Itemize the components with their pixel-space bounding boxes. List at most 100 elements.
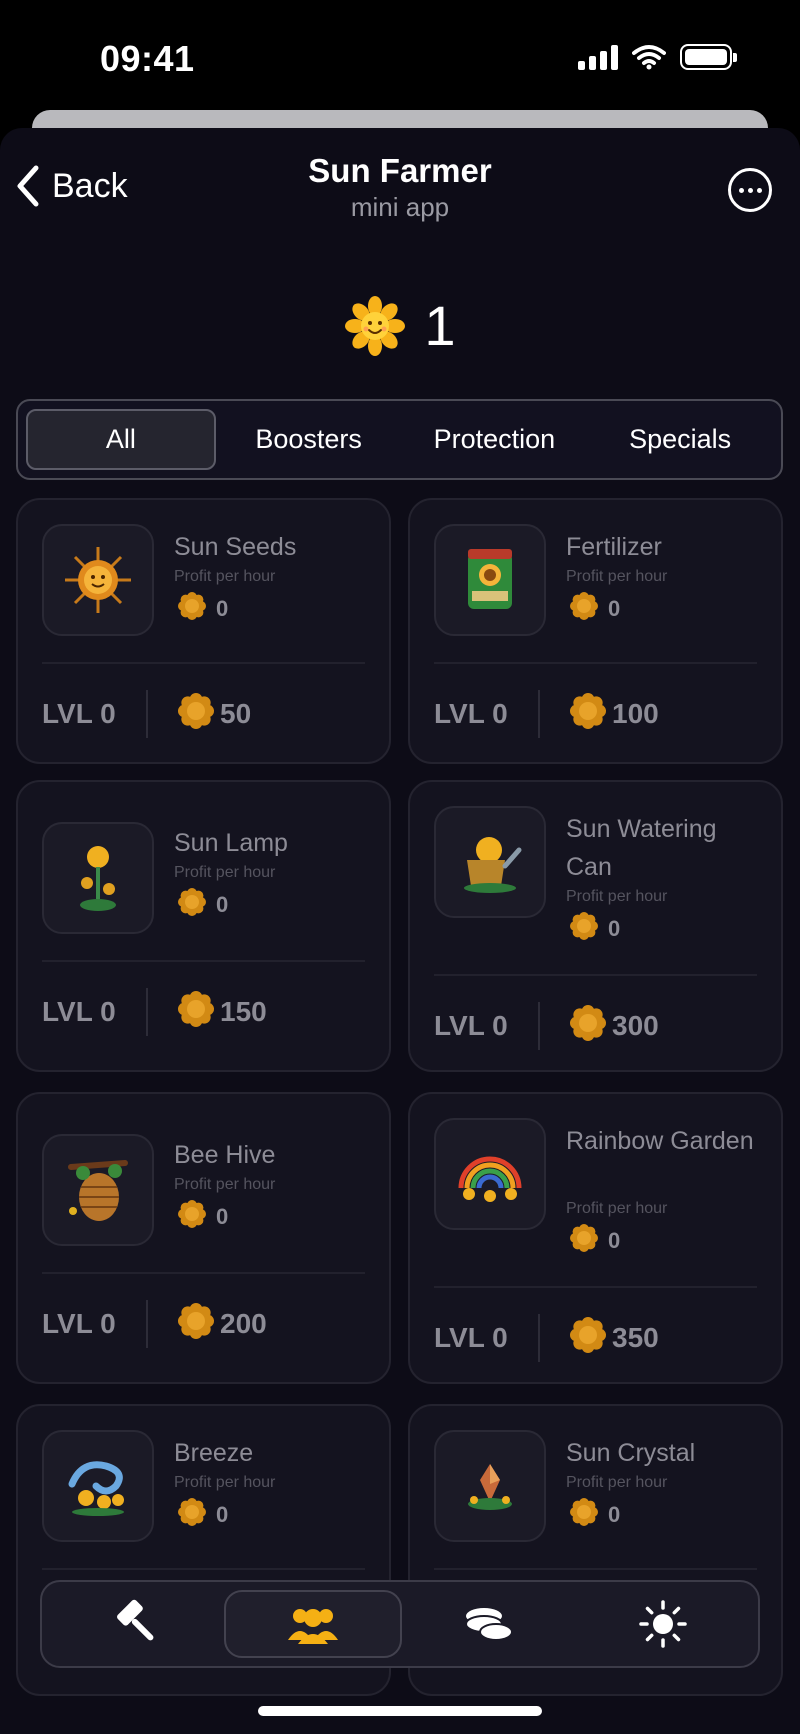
- price-amount: 100: [612, 698, 659, 729]
- hammer-icon: [117, 1599, 154, 1641]
- profit-amount: 0: [608, 1502, 621, 1527]
- profit-label: Profit per hour: [566, 888, 668, 905]
- watering-can-icon: [434, 806, 546, 918]
- status-icons: [578, 44, 737, 70]
- profit-label: Profit per hour: [174, 1176, 276, 1193]
- profit-amount: 0: [608, 1228, 621, 1253]
- upgrade-card-sun-lamp[interactable]: Sun Lamp Profit per hour 0 LVL 0 150: [16, 780, 391, 1072]
- wifi-icon: [632, 45, 666, 70]
- upgrade-name: Bee Hive: [174, 1141, 276, 1169]
- level-label: LVL 0: [434, 698, 508, 729]
- price: 50: [178, 692, 252, 736]
- fertilizer-bag-icon: [434, 524, 546, 636]
- nav-friends[interactable]: [224, 1590, 402, 1658]
- tab-specials[interactable]: Specials: [587, 409, 773, 470]
- price: 150: [178, 990, 267, 1034]
- tab-protection[interactable]: Protection: [402, 409, 588, 470]
- card-divider: [434, 974, 757, 976]
- tab-boosters[interactable]: Boosters: [216, 409, 402, 470]
- rainbow-garden-icon: [434, 1118, 546, 1230]
- level-label: LVL 0: [42, 698, 116, 729]
- sun-icon: [639, 1600, 687, 1648]
- profit-label: Profit per hour: [566, 1474, 668, 1491]
- upgrade-card-sun-watering-can[interactable]: Sun Watering Can Profit per hour 0 LVL 0…: [408, 780, 783, 1072]
- upgrade-card-fertilizer[interactable]: Fertilizer Profit per hour 0 LVL 0 100: [408, 498, 783, 764]
- app-subtitle: mini app: [350, 192, 450, 222]
- sunflower-icon: [178, 1498, 206, 1532]
- footer-divider: [146, 690, 148, 738]
- profit-value: 0: [570, 1224, 620, 1258]
- card-footer: LVL 0 350: [434, 1314, 659, 1362]
- mini-app-sheet: Back Sun Farmer mini app 1 All Boosters …: [0, 128, 800, 1734]
- profit-value: 0: [178, 592, 228, 626]
- nav-sun[interactable]: [576, 1590, 750, 1658]
- sunflower-icon: [570, 1498, 598, 1532]
- profit-value: 0: [178, 888, 228, 922]
- coins-icon: [465, 1608, 513, 1641]
- app-title: Sun Farmer: [308, 152, 492, 189]
- sunflower-icon: [570, 592, 598, 626]
- nav-earn[interactable]: [402, 1590, 576, 1658]
- dot-icon: [756, 187, 762, 193]
- card-footer: LVL 0 100: [434, 690, 659, 738]
- upgrade-card-bee-hive[interactable]: Bee Hive Profit per hour 0 LVL 0 200: [16, 1092, 391, 1384]
- price: 350: [570, 1316, 659, 1360]
- category-tabs: All Boosters Protection Specials: [16, 399, 783, 480]
- upgrade-name: Fertilizer: [566, 533, 662, 561]
- card-divider: [434, 1286, 757, 1288]
- profit-value: 0: [178, 1200, 228, 1234]
- profit-amount: 0: [216, 892, 229, 917]
- sunflower-icon: [570, 1224, 598, 1258]
- more-options-button[interactable]: [728, 168, 772, 212]
- sunflower-icon: [570, 912, 598, 946]
- battery-icon: [680, 44, 737, 70]
- card-divider: [42, 960, 365, 962]
- card-divider: [42, 1272, 365, 1274]
- price: 300: [570, 1004, 659, 1048]
- balance-value: 1: [424, 294, 456, 357]
- profit-value: 0: [178, 1498, 228, 1532]
- upgrade-card-sun-seeds[interactable]: Sun Seeds Profit per hour 0 LVL 0 50: [16, 498, 391, 764]
- nav-build[interactable]: [50, 1590, 224, 1658]
- upgrade-card-rainbow-garden[interactable]: Rainbow Garden Profit per hour 0 LVL 0 3…: [408, 1092, 783, 1384]
- profit-amount: 0: [608, 596, 621, 621]
- sunflower-icon: [178, 990, 214, 1034]
- profit-label: Profit per hour: [174, 864, 276, 881]
- home-indicator[interactable]: [258, 1706, 542, 1716]
- card-divider: [434, 1568, 757, 1570]
- profit-value: 0: [570, 912, 620, 946]
- sunflower-icon: [570, 1004, 606, 1048]
- profit-amount: 0: [216, 1502, 229, 1527]
- profit-value: 0: [570, 592, 620, 626]
- sun-crystal-icon: [434, 1430, 546, 1542]
- dot-icon: [747, 187, 753, 193]
- card-footer: LVL 0 300: [434, 1002, 659, 1050]
- sunflower-icon: [570, 1316, 606, 1360]
- card-divider: [42, 662, 365, 664]
- bee-hive-icon: [42, 1134, 154, 1246]
- status-bar: 09:41: [0, 0, 800, 110]
- level-label: LVL 0: [434, 1010, 508, 1041]
- footer-divider: [146, 1300, 148, 1348]
- profit-amount: 0: [608, 916, 621, 941]
- price-amount: 50: [220, 698, 252, 729]
- upgrade-name: Sun Watering Can: [566, 815, 717, 881]
- level-label: LVL 0: [434, 1322, 508, 1353]
- cellular-signal-icon: [578, 44, 618, 70]
- upgrade-name: Rainbow Garden: [566, 1127, 754, 1155]
- footer-divider: [538, 1002, 540, 1050]
- price: 200: [178, 1302, 267, 1346]
- sunflower-icon: [345, 295, 406, 356]
- upgrade-name: Sun Seeds: [174, 533, 297, 561]
- price-amount: 350: [612, 1322, 659, 1353]
- upgrade-name: Sun Lamp: [174, 829, 288, 857]
- sunflower-icon: [178, 692, 214, 736]
- sunflower-icon: [178, 888, 206, 922]
- tab-all[interactable]: All: [26, 409, 216, 470]
- card-divider: [434, 662, 757, 664]
- bottom-nav: [40, 1580, 760, 1668]
- balance-display: 1: [0, 293, 800, 358]
- dot-icon: [738, 187, 744, 193]
- sunflower-icon: [570, 692, 606, 736]
- footer-divider: [538, 690, 540, 738]
